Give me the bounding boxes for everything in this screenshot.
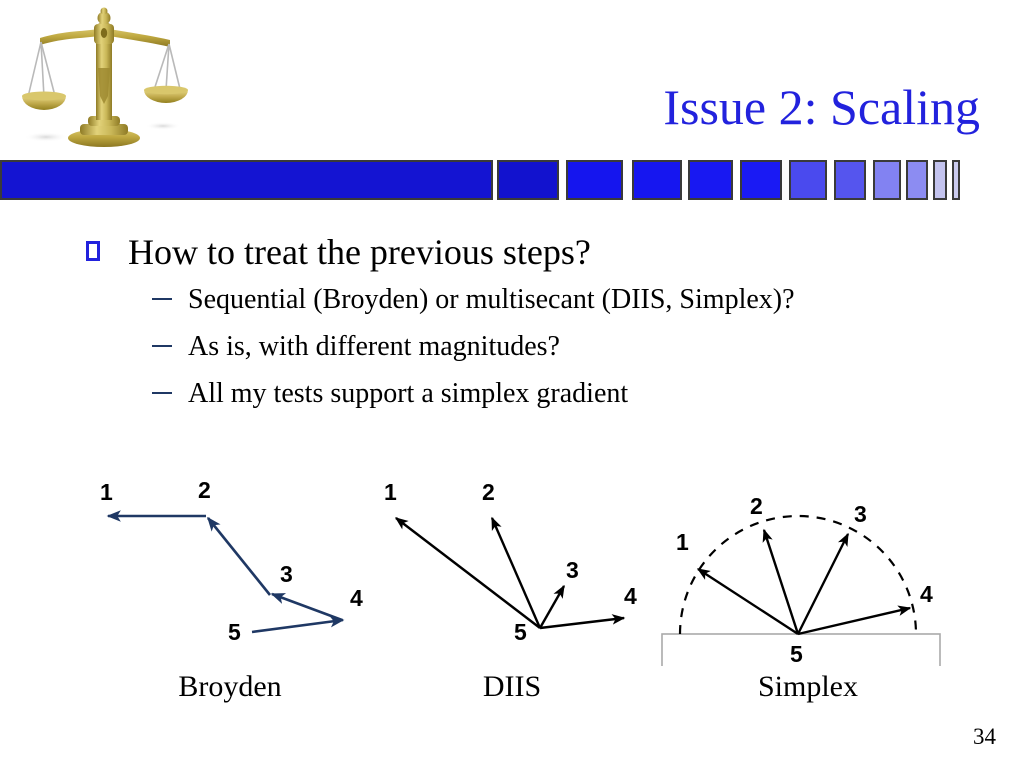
bar-segment-3 [566,160,623,200]
simplex-label-2: 2 [750,493,763,519]
bar-segment-6 [740,160,782,200]
diis-diagram: 1 2 3 4 5 [384,479,637,645]
bar-segment-5 [688,160,733,200]
balance-scale-icon [22,7,188,147]
slide-body: How to treat the previous steps? Sequent… [84,228,984,417]
page-number: 34 [973,724,996,749]
scale-chain-right [153,43,181,91]
diis-label-2: 2 [482,479,495,505]
scale-pan-right-rim [144,85,188,95]
broyden-label-2: 2 [198,477,211,503]
sub-bullet-item-3: All my tests support a simplex gradient [152,370,984,417]
bar-segment-12 [952,160,960,200]
figure-broyden: 1 2 3 4 5 Broyden [80,472,380,703]
bar-segment-11 [933,160,947,200]
sub-bullet-item-2: As is, with different magnitudes? [152,323,984,370]
main-bullet-item: How to treat the previous steps? [84,228,984,276]
dash-bullet-icon [152,345,172,347]
broyden-label-3: 3 [280,561,293,587]
simplex-arrows [696,528,912,636]
diis-label-3: 3 [566,557,579,583]
sub-bullet-item-1: Sequential (Broyden) or multisecant (DII… [152,276,984,323]
scale-knob-top [100,7,108,15]
simplex-label-4: 4 [920,581,933,607]
scale-beam-hub-detail [100,28,108,38]
bar-segment-8 [834,160,866,200]
sub-bullet-label: Sequential (Broyden) or multisecant (DII… [188,284,795,315]
scale-pan-left-rim [22,91,66,101]
figure-simplex: 1 2 3 4 5 Simplex [658,486,958,703]
figure-caption-broyden: Broyden [178,670,282,703]
diis-arrows [394,516,626,630]
bar-segment-9 [873,160,901,200]
simplex-arc [678,514,918,635]
broyden-diagram: 1 2 3 4 5 [100,477,363,645]
sub-bullet-label: All my tests support a simplex gradient [188,378,629,409]
scale-chain-left [27,41,56,98]
simplex-label-1: 1 [676,529,689,555]
figure-diis: 1 2 3 4 5 DIIS [362,472,662,703]
broyden-arrows [106,510,345,634]
bar-segment-10 [906,160,928,200]
simplex-diagram: 1 2 3 4 5 [661,493,941,666]
simplex-label-5: 5 [790,641,803,666]
square-bullet-icon [86,241,100,261]
broyden-label-5: 5 [228,619,241,645]
logo-shadow-right [145,122,181,130]
figure-row: 1 2 3 4 5 Broyden 1 2 3 4 5 DIIS 1 2 3 4… [0,472,1024,703]
figure-caption-diis: DIIS [482,670,542,703]
bar-segment-7 [789,160,827,200]
diis-label-1: 1 [384,479,397,505]
diis-label-4: 4 [624,583,637,609]
simplex-label-3: 3 [854,501,867,527]
bar-segment-1 [0,160,493,200]
logo-shadow-left [24,132,68,142]
diis-label-5: 5 [514,619,527,645]
dash-bullet-icon [152,298,172,300]
slide-title: Issue 2: Scaling [663,79,980,135]
dash-bullet-icon [152,392,172,394]
main-bullet-label: How to treat the previous steps? [128,232,591,272]
bar-segment-4 [632,160,682,200]
broyden-label-1: 1 [100,479,113,505]
sub-bullet-label: As is, with different magnitudes? [188,331,560,362]
bar-segment-2 [497,160,559,200]
decorative-segmented-bar [0,160,1024,200]
figure-caption-simplex: Simplex [757,670,858,703]
balance-scale-logo [8,0,198,152]
